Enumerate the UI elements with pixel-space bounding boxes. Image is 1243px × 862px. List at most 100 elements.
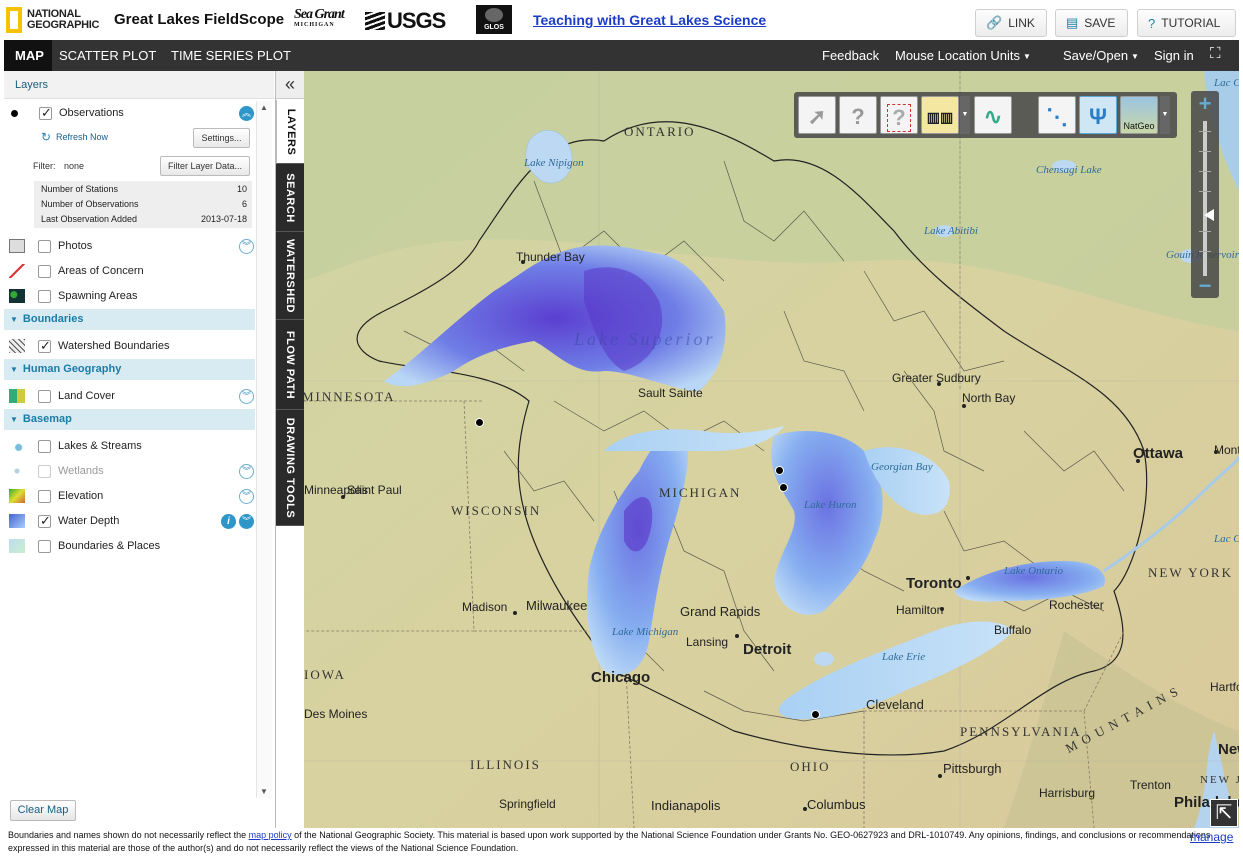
map-view[interactable]: ONTARIO WISCONSIN MICHIGAN IOWA ILLINOIS… <box>304 71 1239 828</box>
expand-down-icon[interactable]: ︾ <box>239 513 254 529</box>
select-pointer-tool[interactable]: ➚ <box>798 96 836 134</box>
expand-map-icon[interactable]: ⇱ <box>1210 799 1238 827</box>
tab-map[interactable]: MAP <box>4 40 52 71</box>
land-cover-checkbox[interactable] <box>38 389 51 403</box>
section-basemap[interactable]: ▼ Basemap <box>4 409 255 430</box>
map-toolbar: ➚ ? ? ▥▥ ▼ ∿ ⋱ Ψ NatGeo ▼ <box>794 92 1177 138</box>
refresh-now-link[interactable]: Refresh Now <box>56 132 108 142</box>
pointer-arrow-icon: ➚ <box>807 104 827 129</box>
link-button[interactable]: 🔗 LINK <box>975 9 1047 37</box>
observation-station-marker[interactable] <box>811 710 820 719</box>
tab-flow-path[interactable]: FLOW PATH <box>276 320 304 410</box>
expand-down-icon[interactable]: ︾ <box>239 463 254 479</box>
observation-station-marker[interactable] <box>475 418 484 427</box>
settings-button[interactable]: Settings... <box>193 128 250 148</box>
chevron-down-icon: ▼ <box>1023 52 1031 61</box>
filter-layer-data-button[interactable]: Filter Layer Data... <box>160 156 250 176</box>
tab-layers[interactable]: LAYERS <box>276 100 304 164</box>
measure-tool[interactable]: ▥▥ <box>921 96 959 134</box>
ng-logo-line2: GEOGRAPHIC <box>27 18 100 31</box>
tab-time-series-plot[interactable]: TIME SERIES PLOT <box>171 48 291 63</box>
national-geographic-logo[interactable]: NATIONAL GEOGRAPHIC <box>6 6 99 33</box>
stat-value: 2013-07-18 <box>200 214 247 224</box>
basemap-dropdown-icon[interactable]: ▼ <box>1160 96 1170 134</box>
tab-layers-label: LAYERS <box>284 108 297 155</box>
elevation-checkbox[interactable] <box>38 489 51 503</box>
watershed-boundaries-checkbox[interactable] <box>38 338 51 354</box>
save-button[interactable]: ▤ SAVE <box>1055 9 1128 37</box>
expand-down-icon[interactable]: ︾ <box>239 488 254 504</box>
section-human-geography[interactable]: ▼ Human Geography <box>4 359 255 380</box>
link-button-label: LINK <box>1008 16 1035 30</box>
camera-icon <box>9 239 25 253</box>
teaching-link[interactable]: Teaching with Great Lakes Science <box>533 12 766 28</box>
tutorial-button[interactable]: ? TUTORIAL <box>1137 9 1236 37</box>
label-milwaukee: Milwaukee <box>526 598 588 613</box>
panel-scrollbar[interactable]: ▲ ▼ <box>256 101 272 798</box>
identify-point-tool[interactable]: ? <box>839 96 877 134</box>
observations-label: Observations <box>59 107 124 119</box>
zoom-out-button[interactable]: − <box>1195 275 1215 297</box>
label-chensagi-lake: Chensagi Lake <box>1036 164 1102 176</box>
expand-down-icon[interactable]: ︾ <box>239 388 254 404</box>
save-open-menu[interactable]: Save/Open ▼ <box>1063 48 1139 63</box>
boundaries-places-checkbox[interactable] <box>38 539 51 553</box>
wetlands-checkbox[interactable] <box>38 464 51 478</box>
section-boundaries[interactable]: ▼ Boundaries <box>4 309 255 330</box>
lakes-streams-checkbox[interactable] <box>38 439 51 453</box>
tab-watershed[interactable]: WATERSHED <box>276 232 304 320</box>
scroll-down-icon[interactable]: ▼ <box>260 787 268 796</box>
observation-stats: Number of Stations 10 Number of Observati… <box>34 181 252 228</box>
basemap-selector[interactable]: NatGeo <box>1120 96 1158 134</box>
collapse-panel-button[interactable]: « <box>276 71 304 99</box>
refresh-icon[interactable]: ↻ <box>41 130 51 144</box>
photos-label: Photos <box>58 240 93 252</box>
expand-down-icon[interactable]: ︾ <box>239 238 254 254</box>
flow-path-tool[interactable]: ⋱ <box>1038 96 1076 134</box>
tab-search[interactable]: SEARCH <box>276 164 304 232</box>
zoom-tick <box>1199 231 1211 232</box>
ng-logo-line1: NATIONAL <box>27 7 81 20</box>
collapse-up-icon[interactable]: ︽ <box>239 105 254 121</box>
tab-scatter-plot[interactable]: SCATTER PLOT <box>59 48 156 63</box>
areas-of-concern-checkbox[interactable] <box>38 264 51 278</box>
info-icon[interactable]: i <box>221 513 236 529</box>
lakes-streams-label: Lakes & Streams <box>58 440 142 452</box>
watershed-streams-icon: Ψ <box>1089 104 1107 129</box>
zoom-tick <box>1199 251 1211 252</box>
observation-station-marker[interactable] <box>779 483 788 492</box>
zoom-slider-thumb[interactable] <box>1204 209 1214 221</box>
observation-station-marker[interactable] <box>775 466 784 475</box>
zoom-slider-track[interactable] <box>1203 121 1207 276</box>
label-lake-superior: Lake Superior <box>574 329 716 349</box>
mouse-location-units-menu[interactable]: Mouse Location Units ▼ <box>895 48 1031 63</box>
water-depth-checkbox[interactable] <box>38 513 51 529</box>
city-marker <box>940 607 944 611</box>
map-policy-link[interactable]: map policy <box>249 830 292 840</box>
identify-area-tool[interactable]: ? <box>880 96 918 134</box>
city-marker <box>735 634 739 638</box>
tab-flow-path-label: FLOW PATH <box>284 330 296 399</box>
usgs-logo[interactable]: USGS <box>365 8 446 34</box>
photos-checkbox[interactable] <box>38 239 51 253</box>
tab-drawing-tools[interactable]: DRAWING TOOLS <box>276 410 304 526</box>
profile-tool[interactable]: ∿ <box>974 96 1012 134</box>
usgs-waves-icon <box>365 12 385 30</box>
feedback-link[interactable]: Feedback <box>822 48 879 63</box>
spawning-areas-checkbox[interactable] <box>38 289 51 303</box>
seagrant-logo[interactable]: Sea Grant MICHIGAN <box>294 8 345 29</box>
sign-in-link[interactable]: Sign in <box>1154 48 1194 63</box>
manage-link[interactable]: manage <box>1190 830 1233 844</box>
scroll-up-icon[interactable]: ▲ <box>260 103 268 112</box>
glos-logo[interactable]: GLOS <box>476 5 512 34</box>
label-lake-ontario: Lake Ontario <box>1004 565 1063 577</box>
label-lac-casse: Lac Cassé <box>1214 77 1239 89</box>
zoom-in-button[interactable]: + <box>1195 93 1215 115</box>
watershed-tool[interactable]: Ψ <box>1079 96 1117 134</box>
clear-map-button[interactable]: Clear Map <box>10 800 76 821</box>
measure-dropdown-icon[interactable]: ▼ <box>960 96 970 134</box>
label-hamilton: Hamilton <box>896 603 944 617</box>
label-ottawa: Ottawa <box>1133 445 1184 462</box>
fullscreen-icon[interactable]: ⛶ <box>1210 45 1221 62</box>
observations-checkbox[interactable] <box>39 105 52 121</box>
